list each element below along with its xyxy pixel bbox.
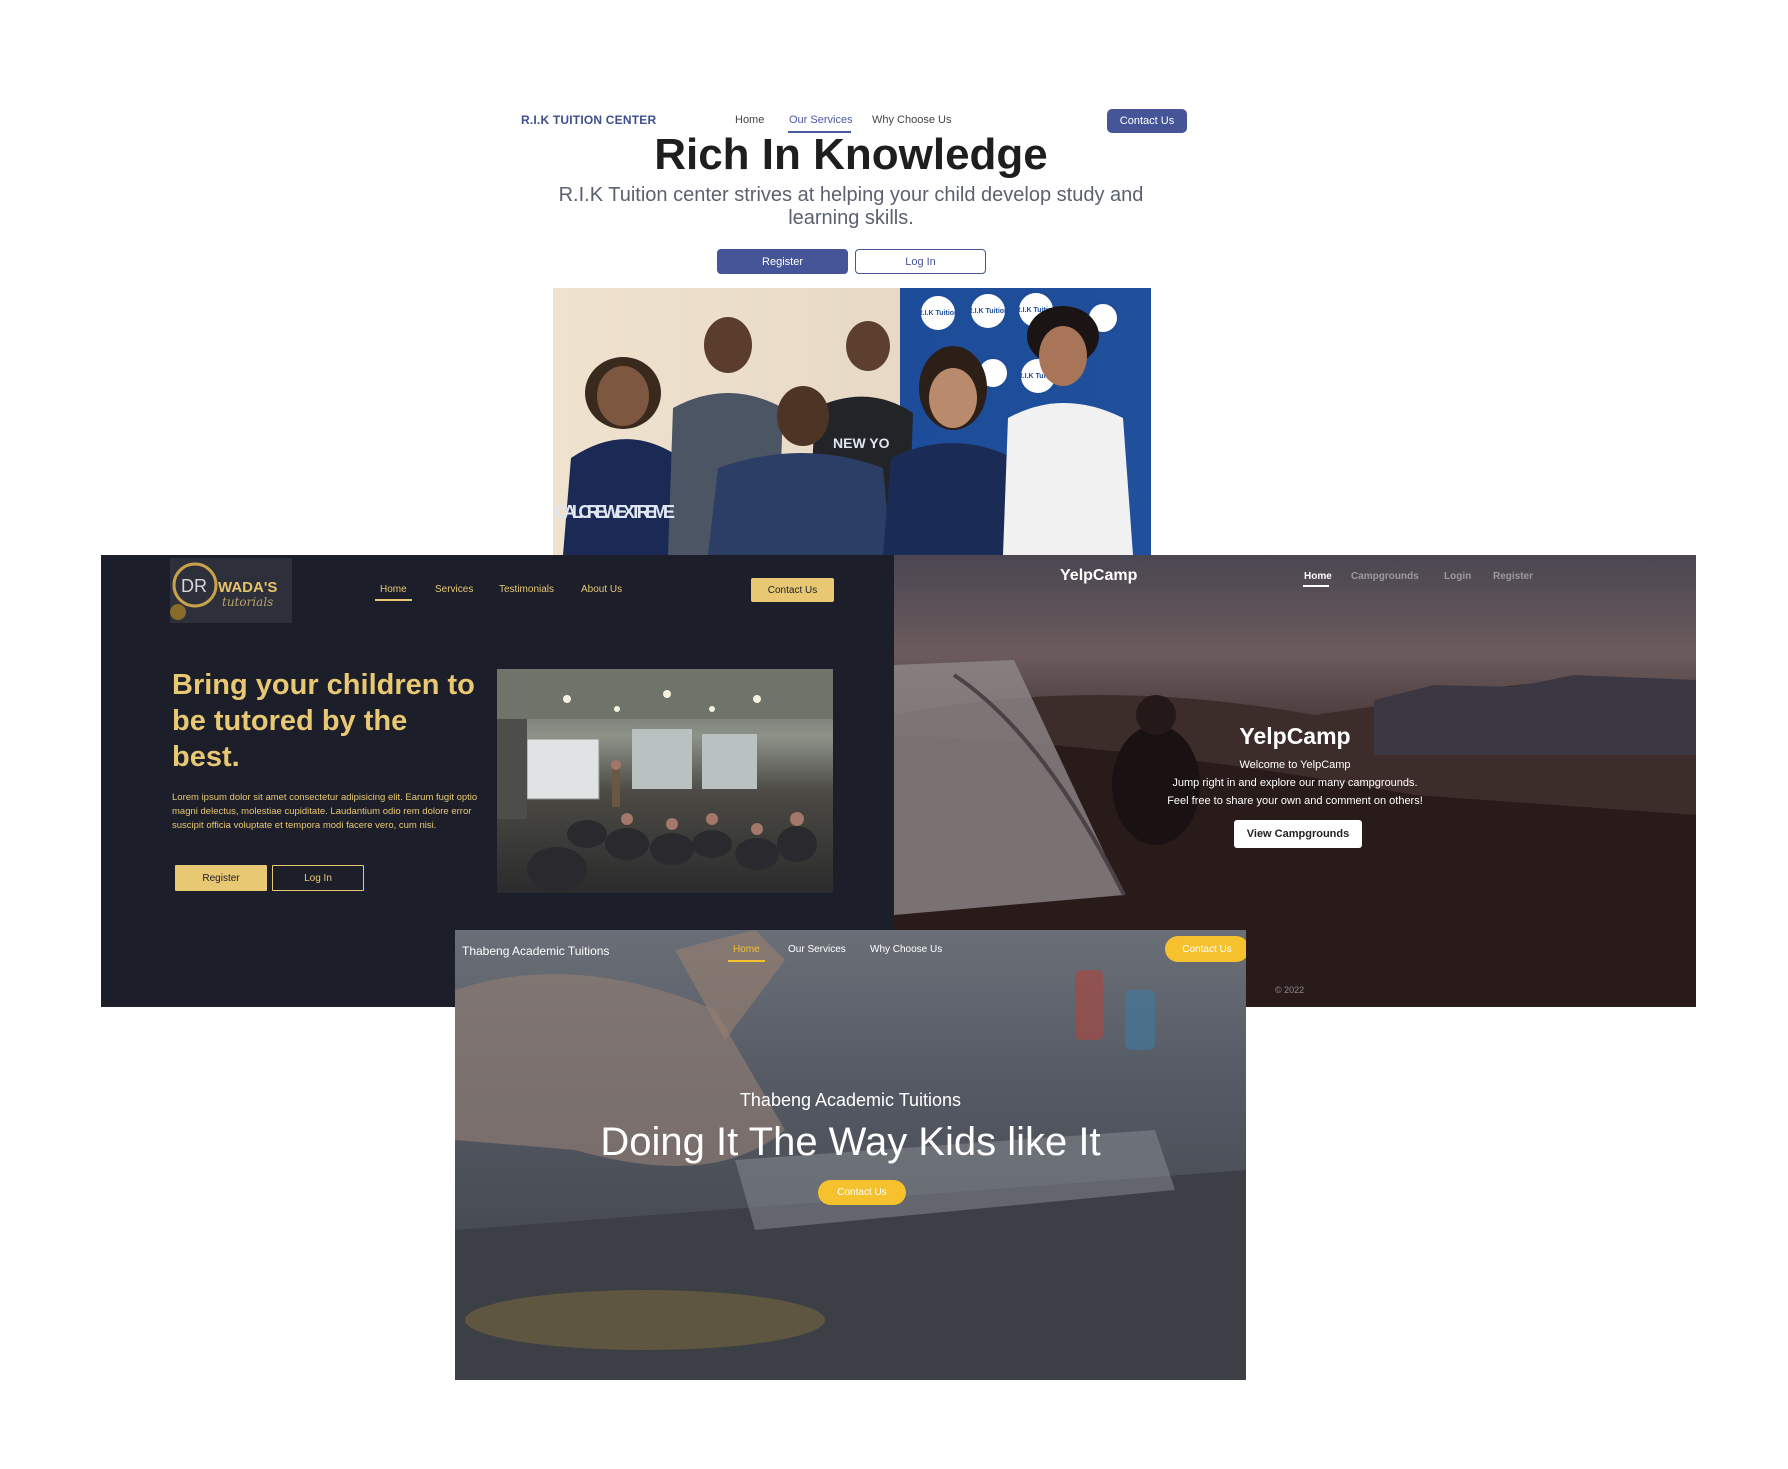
rik-nav-our-services[interactable]: Our Services: [789, 114, 853, 126]
yelp-line-2: Feel free to share your own and comment …: [1167, 795, 1423, 807]
svg-text:tutorials: tutorials: [222, 595, 273, 609]
rik-students-photo: R.I.K Tuition R.I.K Tuition R.I.K Tuitio…: [553, 288, 1151, 555]
thabeng-hero-subtitle: Thabeng Academic Tuitions: [739, 1090, 962, 1110]
thabeng-nav-home[interactable]: Home: [733, 944, 760, 955]
yelp-hero-title: YelpCamp: [1239, 723, 1351, 749]
view-campgrounds-button[interactable]: View Campgrounds: [1234, 820, 1362, 848]
thabeng-hero-title: Doing It The Way Kids like It: [600, 1120, 1101, 1164]
students-illustration: R.I.K Tuition R.I.K Tuition R.I.K Tuitio…: [555, 291, 1133, 555]
hoodie-print: CAL CREW EXTREME: [555, 502, 675, 522]
thabeng-brand[interactable]: Thabeng Academic Tuitions: [462, 944, 609, 958]
thabeng-nav-our-services[interactable]: Our Services: [788, 944, 846, 955]
wada-hero-body: Lorem ipsum dolor sit amet consectetur a…: [172, 792, 478, 831]
shirt-print: NEW YO: [833, 435, 890, 451]
yelp-nav-login[interactable]: Login: [1444, 571, 1471, 582]
wada-contact-button[interactable]: Contact Us: [751, 578, 834, 602]
banner-logo-text: R.I.K Tuition: [968, 308, 1009, 315]
rik-nav-home[interactable]: Home: [735, 114, 764, 126]
yelp-nav-register[interactable]: Register: [1493, 571, 1533, 582]
rik-register-button[interactable]: Register: [717, 249, 848, 274]
rik-site-screenshot: R.I.K TUITION CENTER Home Our Services W…: [0, 0, 1788, 555]
yelp-nav-campgrounds[interactable]: Campgrounds: [1351, 571, 1419, 582]
yelp-hero: YelpCamp Welcome to YelpCamp Jump right …: [894, 723, 1696, 810]
yelp-nav-active-indicator: [1303, 585, 1329, 587]
wada-logo[interactable]: DR WADA'S tutorials: [170, 558, 292, 623]
wada-nav-about-us[interactable]: About Us: [581, 584, 622, 595]
banner-logo-text: R.I.K Tuition: [918, 310, 959, 317]
classroom-illustration: [497, 669, 833, 891]
wada-logo-mark: DR WADA'S tutorials: [170, 562, 277, 620]
thabeng-contact-button[interactable]: Contact Us: [1165, 936, 1246, 962]
rik-brand[interactable]: R.I.K TUITION CENTER: [521, 113, 656, 127]
rik-nav-why-choose-us[interactable]: Why Choose Us: [872, 114, 951, 126]
thabeng-nav-why-choose-us[interactable]: Why Choose Us: [870, 944, 942, 955]
wada-nav-services[interactable]: Services: [435, 584, 473, 595]
wada-nav-active-indicator: [375, 599, 412, 601]
svg-text:DR: DR: [181, 576, 207, 596]
rik-hero-subtitle: R.I.K Tuition center strives at helping …: [558, 184, 1144, 229]
wada-nav-home[interactable]: Home: [380, 584, 407, 595]
wada-nav-testimonials[interactable]: Testimonials: [499, 584, 554, 595]
svg-text:WADA'S: WADA'S: [218, 579, 277, 596]
rik-hero-title: Rich In Knowledge: [654, 130, 1048, 179]
yelp-nav-home[interactable]: Home: [1304, 571, 1332, 582]
thabeng-site-screenshot: Thabeng Academic Tuitions Home Our Servi…: [455, 930, 1246, 1380]
yelp-welcome: Welcome to YelpCamp: [1239, 759, 1351, 771]
wada-login-button[interactable]: Log In: [272, 865, 364, 891]
thabeng-hero-contact-button[interactable]: Contact Us: [818, 1180, 906, 1205]
wada-register-button[interactable]: Register: [175, 865, 267, 891]
yelp-footer: © 2022: [1275, 985, 1305, 995]
thabeng-nav-active-indicator: [728, 960, 765, 962]
wada-classroom-photo: [497, 669, 833, 893]
yelp-line-1: Jump right in and explore our many campg…: [1172, 777, 1418, 789]
yelp-brand[interactable]: YelpCamp: [1060, 567, 1137, 585]
wada-hero-title: Bring your children to be tutored by the…: [172, 669, 475, 773]
rik-login-button[interactable]: Log In: [855, 249, 986, 274]
